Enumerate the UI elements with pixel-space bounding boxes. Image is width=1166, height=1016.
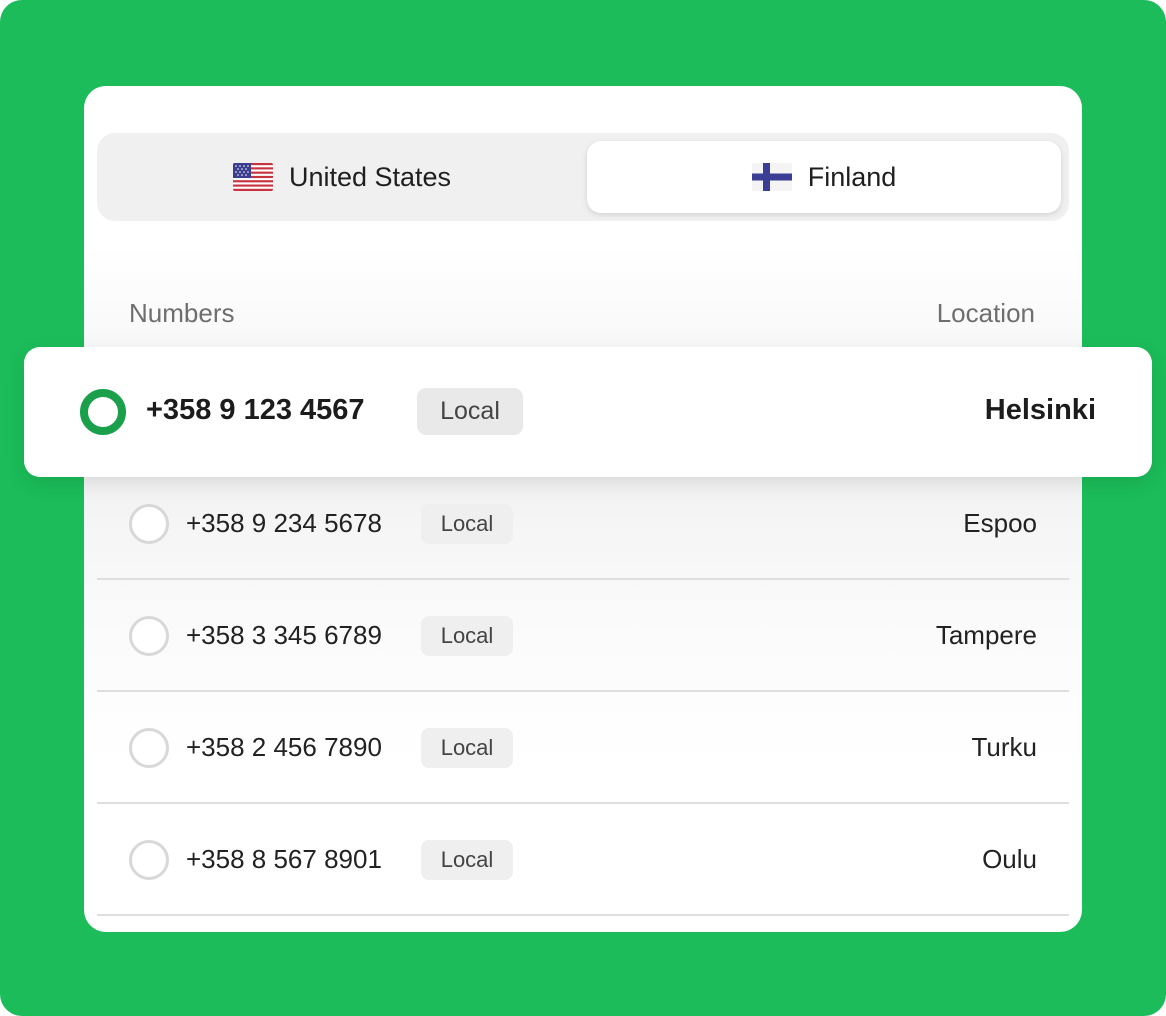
phone-number: +358 9 123 4567 [146,394,365,426]
phone-number: +358 9 234 5678 [186,508,382,538]
tab-label: Finland [807,161,897,192]
selected-number-row[interactable]: +358 9 123 4567 Local Helsinki [24,347,1152,477]
number-type-badge: Local [421,504,513,544]
radio-button[interactable] [129,840,169,880]
numbers-column-header: Numbers [129,298,235,328]
radio-button-selected[interactable] [80,389,126,435]
location-label: Tampere [935,620,1037,650]
number-row[interactable]: +358 9 234 5678 Local Espoo [97,468,1069,580]
us-flag-icon [232,163,273,191]
radio-button[interactable] [129,616,169,656]
location-label: Espoo [963,508,1037,538]
number-row[interactable]: +358 2 456 7890 Local Turku [97,692,1069,804]
finland-flag-icon [751,163,792,191]
phone-number: +358 3 345 6789 [186,620,382,650]
radio-button[interactable] [129,728,169,768]
location-label: Turku [971,732,1038,762]
location-label: Oulu [982,844,1037,874]
number-type-badge: Local [421,840,513,880]
country-tabs: United States Finland [97,133,1069,221]
number-type-badge: Local [421,728,513,768]
number-row[interactable]: +358 8 567 8901 Local Oulu [97,804,1069,916]
phone-number: +358 2 456 7890 [186,732,382,762]
tab-united-states[interactable]: United States [105,141,579,213]
number-type-badge: Local [417,388,523,435]
tab-finland[interactable]: Finland [587,141,1061,213]
location-column-header: Location [936,298,1035,328]
location-label: Helsinki [984,394,1096,426]
tab-label: United States [288,161,452,192]
number-row[interactable]: +358 3 345 6789 Local Tampere [97,580,1069,692]
radio-button[interactable] [129,504,169,544]
phone-number: +358 8 567 8901 [186,844,382,874]
number-type-badge: Local [421,616,513,656]
number-picker-card: United States Finland Numbers Location +… [84,86,1082,932]
